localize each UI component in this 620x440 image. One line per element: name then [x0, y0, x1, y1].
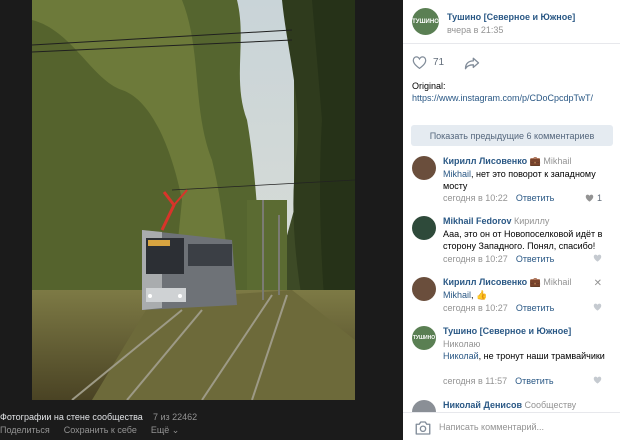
close-icon[interactable]: ✕	[594, 278, 602, 289]
comment-time[interactable]: сегодня в 11:57	[443, 376, 507, 386]
comment-like-button[interactable]	[593, 254, 602, 262]
comment-meta: сегодня в 10:22 Ответить	[443, 193, 554, 203]
avatar[interactable]	[412, 277, 436, 301]
mention-link[interactable]: Mikhail	[443, 169, 471, 179]
reply-to[interactable]: Кириллу	[514, 216, 549, 226]
heart-icon	[412, 56, 427, 69]
comment-likes-count: 1	[596, 193, 602, 203]
group-avatar-text: ТУШИНО	[412, 335, 436, 341]
reply-to[interactable]: Mikhail	[543, 277, 571, 287]
comment-author-line: Кирилл Лисовенко 💼 Mikhail	[443, 156, 571, 167]
mention-link[interactable]: Николай	[443, 351, 479, 361]
heart-icon	[593, 376, 602, 384]
comment-meta: сегодня в 11:57 Ответить	[443, 376, 554, 386]
comment-like-button[interactable]	[593, 303, 602, 311]
reply-button[interactable]: Ответить	[516, 254, 554, 264]
more-label: Ещё	[150, 425, 170, 435]
comment-author[interactable]: Николай Денисов	[443, 400, 522, 410]
comment-author[interactable]: Кирилл Лисовенко	[443, 156, 527, 166]
original-link[interactable]: https://www.instagram.com/p/CDoCpcdpTwT/	[412, 92, 593, 104]
comment-text: Mikhail, нет это поворот к западному мос…	[443, 168, 615, 192]
comment-meta: сегодня в 10:27 Ответить	[443, 254, 554, 264]
comment-body: , 👍	[471, 290, 488, 300]
camera-icon[interactable]	[414, 420, 432, 436]
comment-author-line: Mikhail Fedorov Кириллу	[443, 216, 549, 226]
original-label: Original:	[412, 81, 446, 91]
reply-button[interactable]: Ответить	[516, 303, 554, 313]
comment-author[interactable]: Тушино [Северное и Южное]	[443, 326, 571, 336]
photo-counter: 7 из 22462	[153, 412, 198, 422]
post-time[interactable]: вчера в 21:35	[447, 25, 503, 35]
comment-author-line: Кирилл Лисовенко 💼 Mikhail	[443, 277, 571, 288]
comment-author[interactable]: Mikhail Fedorov	[443, 216, 512, 226]
tram-photo[interactable]	[32, 0, 355, 400]
more-button[interactable]: Ещё ⌄	[151, 425, 179, 436]
mention-link[interactable]: Mikhail	[443, 290, 471, 300]
comment-text: Ааа, это он от Новопоселковой идёт в сто…	[443, 229, 603, 251]
like-button[interactable]: 71	[412, 56, 444, 69]
briefcase-icon: 💼	[529, 277, 541, 287]
album-title[interactable]: Фотографии на стене сообщества	[0, 412, 143, 422]
reply-to[interactable]: Mikhail	[543, 156, 571, 166]
comment-author[interactable]: Кирилл Лисовенко	[443, 277, 527, 287]
chevron-down-icon: ⌄	[171, 425, 180, 435]
reply-button[interactable]: Ответить	[515, 376, 553, 386]
comment-input-bar	[403, 412, 620, 440]
briefcase-icon: 💼	[529, 156, 541, 166]
save-photo-button[interactable]: Сохранить к себе	[64, 425, 137, 436]
avatar[interactable]	[412, 216, 436, 240]
comment-text: Николаю Николай, не тронут наши трамвайч…	[443, 338, 615, 362]
comments-panel: ТУШИНО Тушино [Северное и Южное] вчера в…	[403, 0, 620, 440]
comment-body: , не тронут наши трамвайчики	[478, 351, 605, 361]
comment-time[interactable]: сегодня в 10:22	[443, 193, 508, 203]
heart-icon	[593, 303, 602, 311]
photo-actions: Поделиться Сохранить к себе Ещё ⌄	[0, 425, 179, 436]
comment-like-button[interactable]: 1	[585, 193, 602, 203]
group-avatar-text: ТУШИНО	[412, 18, 439, 25]
reply-to[interactable]: Николаю	[443, 339, 480, 349]
post-text: Original: https://www.instagram.com/p/CD…	[412, 80, 593, 104]
avatar[interactable]: ТУШИНО	[412, 326, 436, 350]
group-name[interactable]: Тушино [Северное и Южное]	[447, 12, 575, 22]
likes-count: 71	[433, 57, 445, 68]
comment-author-line: Николай Денисов Сообществу	[443, 400, 576, 410]
reply-to[interactable]: Сообществу	[525, 400, 577, 410]
photo-viewer: Фотографии на стене сообщества 7 из 2246…	[0, 0, 402, 440]
comment-time[interactable]: сегодня в 10:27	[443, 303, 508, 313]
comment-like-button[interactable]	[593, 376, 602, 384]
post-header: ТУШИНО Тушино [Северное и Южное] вчера в…	[403, 0, 620, 44]
reply-button[interactable]: Ответить	[516, 193, 554, 203]
comment-input[interactable]	[439, 418, 615, 436]
tram-photo-image	[32, 0, 355, 400]
group-avatar[interactable]: ТУШИНО	[412, 8, 439, 35]
comment-time[interactable]: сегодня в 10:27	[443, 254, 508, 264]
heart-icon	[593, 254, 602, 262]
share-icon[interactable]	[464, 57, 480, 70]
share-photo-button[interactable]: Поделиться	[0, 425, 50, 436]
comment-meta: сегодня в 10:27 Ответить	[443, 303, 554, 313]
comment-text: Mikhail, 👍	[443, 289, 615, 301]
show-previous-comments-button[interactable]: Показать предыдущие 6 комментариев	[411, 125, 613, 146]
avatar[interactable]	[412, 156, 436, 180]
comment-author-line: Тушино [Северное и Южное]	[443, 326, 571, 336]
heart-icon	[585, 194, 594, 202]
